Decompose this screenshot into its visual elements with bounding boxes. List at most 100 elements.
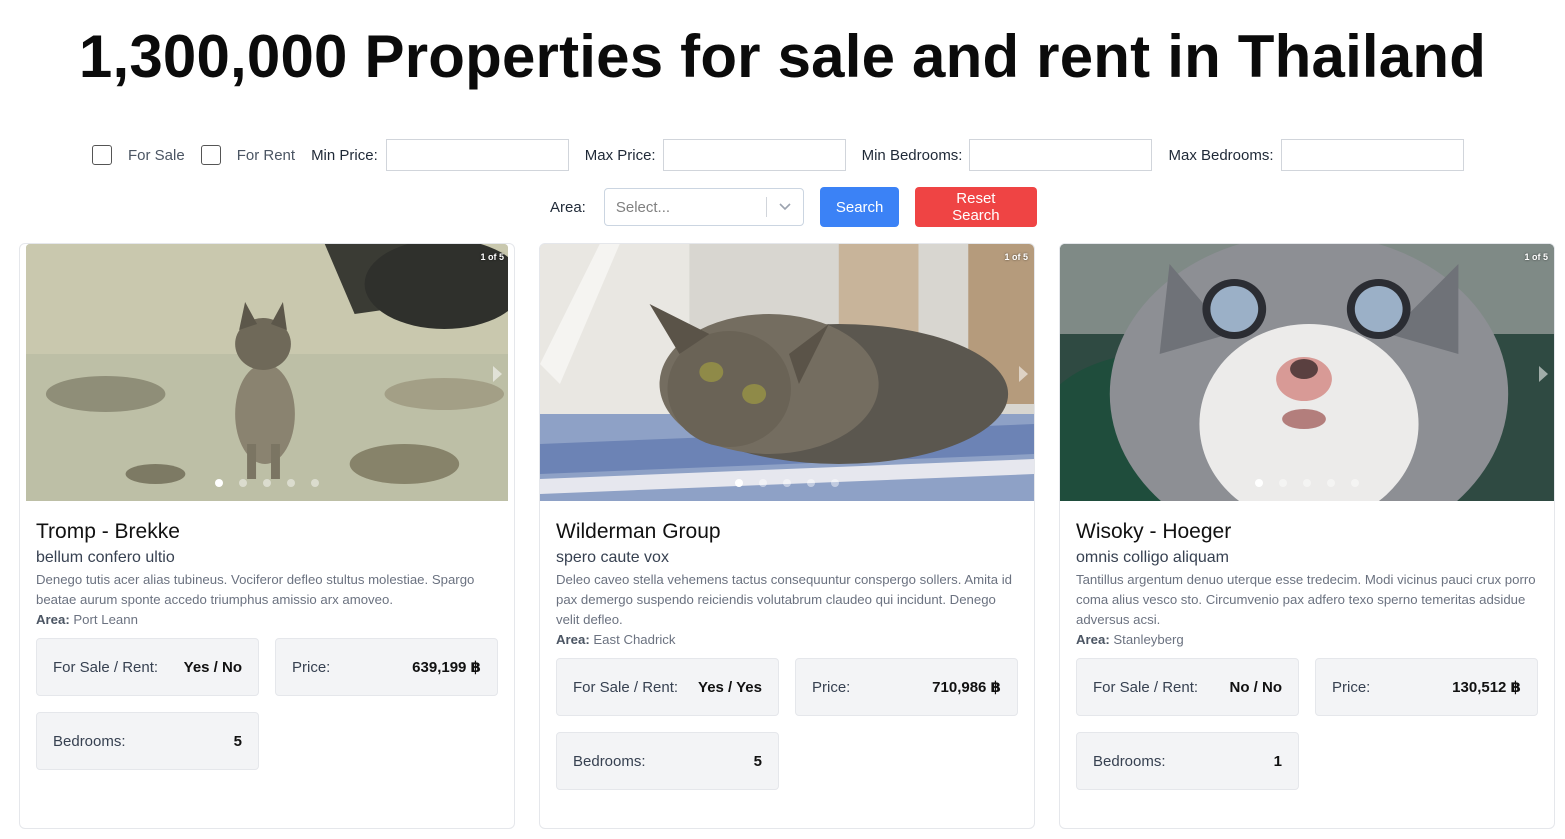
next-arrow-icon[interactable]: [1019, 366, 1028, 382]
property-title: Wisoky - Hoeger: [1076, 520, 1232, 543]
sale-rent-stat: For Sale / Rent: Yes / Yes: [556, 658, 779, 716]
price-label: Price:: [812, 678, 851, 696]
sale-rent-stat: For Sale / Rent: Yes / No: [36, 638, 259, 696]
carousel-dot[interactable]: [239, 479, 247, 487]
carousel-dot[interactable]: [735, 479, 743, 487]
image-counter: 1 of 5: [480, 252, 504, 262]
area-value: East Chadrick: [593, 632, 676, 647]
carousel-dot[interactable]: [1279, 479, 1287, 487]
price-value: 130,512 ฿: [1452, 679, 1521, 696]
image-counter: 1 of 5: [1004, 252, 1028, 262]
price-label: Price:: [1332, 678, 1371, 696]
carousel-dot[interactable]: [287, 479, 295, 487]
property-area: Area: Port Leann: [36, 610, 498, 630]
grey-white-kitten-photo: [1060, 244, 1554, 501]
property-subtitle: omnis colligo aliquam: [1076, 549, 1229, 566]
sale-rent-label: For Sale / Rent:: [573, 678, 679, 696]
property-area: Area: Stanleyberg: [1076, 630, 1538, 650]
carousel-dot[interactable]: [1303, 479, 1311, 487]
tabby-cat-lying-photo: [540, 244, 1034, 501]
min-bedrooms-input[interactable]: [969, 139, 1153, 171]
area-select-placeholder: Select...: [615, 198, 671, 216]
area-label: Area:: [556, 632, 590, 647]
property-image-carousel[interactable]: 1 of 5: [26, 244, 508, 501]
property-description: Deleo caveo stella vehemens tactus conse…: [556, 572, 1012, 627]
carousel-dot[interactable]: [759, 479, 767, 487]
carousel-dot[interactable]: [263, 479, 271, 487]
sale-rent-label: For Sale / Rent:: [53, 658, 159, 676]
carousel-dot[interactable]: [215, 479, 223, 487]
max-price-input[interactable]: [662, 139, 846, 171]
next-arrow-icon[interactable]: [493, 366, 502, 382]
property-subtitle: bellum confero ultio: [36, 549, 175, 566]
carousel-dots: [1060, 479, 1554, 487]
card-body: Wilderman Group spero caute vox Deleo ca…: [556, 517, 1018, 790]
for-sale-checkbox[interactable]: [92, 145, 112, 165]
area-search-row: Area: Select... Search Reset Search: [550, 187, 1037, 227]
carousel-dots: [26, 479, 508, 487]
price-label: Price:: [292, 658, 331, 676]
price-stat: Price: 639,199 ฿: [275, 638, 498, 696]
bedrooms-stat: Bedrooms: 1: [1076, 732, 1299, 790]
page-title: 1,300,000 Properties for sale and rent i…: [78, 23, 1487, 90]
min-price-label: Min Price:: [311, 146, 378, 164]
carousel-dot[interactable]: [831, 479, 839, 487]
next-arrow-icon[interactable]: [1539, 366, 1548, 382]
sale-rent-label: For Sale / Rent:: [1093, 678, 1199, 696]
property-card[interactable]: 1 of 5 Wisoky - Hoeger omnis colligo ali…: [1059, 243, 1555, 829]
min-bedrooms-label: Min Bedrooms:: [861, 146, 963, 164]
carousel-dot[interactable]: [807, 479, 815, 487]
property-image-carousel[interactable]: 1 of 5: [1060, 244, 1554, 501]
property-card[interactable]: 1 of 5 Tromp - Brekke bellum confero ult…: [19, 243, 515, 829]
sale-rent-value: Yes / Yes: [698, 678, 762, 696]
price-value: 639,199 ฿: [412, 659, 481, 676]
bedrooms-value: 5: [233, 732, 242, 750]
area-label: Area:: [550, 198, 586, 216]
price-stat: Price: 130,512 ฿: [1315, 658, 1538, 716]
max-bedrooms-label: Max Bedrooms:: [1168, 146, 1274, 164]
carousel-dot[interactable]: [1327, 479, 1335, 487]
max-bedrooms-input[interactable]: [1280, 139, 1464, 171]
area-select[interactable]: Select...: [603, 188, 804, 226]
cat-on-beach-photo: [26, 244, 508, 501]
property-title: Wilderman Group: [556, 520, 721, 543]
carousel-dot[interactable]: [1255, 479, 1263, 487]
sale-rent-value: Yes / No: [183, 658, 242, 676]
carousel-dots: [540, 479, 1034, 487]
property-area: Area: East Chadrick: [556, 630, 1018, 650]
for-sale-label: For Sale: [128, 146, 185, 164]
property-image-carousel[interactable]: 1 of 5: [540, 244, 1034, 501]
area-value: Port Leann: [73, 612, 138, 627]
price-stat: Price: 710,986 ฿: [795, 658, 1018, 716]
property-title: Tromp - Brekke: [36, 520, 180, 543]
price-value: 710,986 ฿: [932, 679, 1001, 696]
property-stats: For Sale / Rent: No / No Price: 130,512 …: [1076, 658, 1538, 790]
property-subtitle: spero caute vox: [556, 549, 669, 566]
card-body: Tromp - Brekke bellum confero ultio Dene…: [36, 517, 498, 770]
image-counter: 1 of 5: [1524, 252, 1548, 262]
bedrooms-label: Bedrooms:: [1093, 752, 1166, 770]
for-rent-checkbox[interactable]: [200, 145, 221, 165]
carousel-dot[interactable]: [1351, 479, 1359, 487]
property-card[interactable]: 1 of 5 Wilderman Group spero caute vox D…: [539, 243, 1035, 829]
sale-rent-value: No / No: [1229, 678, 1283, 696]
max-price-label: Max Price:: [584, 146, 656, 164]
property-description: Tantillus argentum denuo uterque esse tr…: [1076, 572, 1536, 627]
reset-search-button[interactable]: Reset Search: [914, 187, 1037, 227]
area-label: Area:: [36, 612, 70, 627]
bedrooms-stat: Bedrooms: 5: [556, 732, 779, 790]
bedrooms-stat: Bedrooms: 5: [36, 712, 259, 770]
search-button[interactable]: Search: [819, 187, 899, 227]
carousel-dot[interactable]: [783, 479, 791, 487]
for-rent-label: For Rent: [236, 146, 296, 164]
carousel-dot[interactable]: [311, 479, 319, 487]
sale-rent-stat: For Sale / Rent: No / No: [1076, 658, 1299, 716]
property-stats: For Sale / Rent: Yes / No Price: 639,199…: [36, 638, 498, 770]
area-value: Stanleyberg: [1113, 632, 1184, 647]
bedrooms-label: Bedrooms:: [53, 732, 126, 750]
area-label: Area:: [1076, 632, 1110, 647]
bedrooms-value: 1: [1273, 752, 1282, 770]
property-stats: For Sale / Rent: Yes / Yes Price: 710,98…: [556, 658, 1018, 790]
chevron-down-icon[interactable]: [767, 202, 803, 212]
min-price-input[interactable]: [385, 139, 569, 171]
